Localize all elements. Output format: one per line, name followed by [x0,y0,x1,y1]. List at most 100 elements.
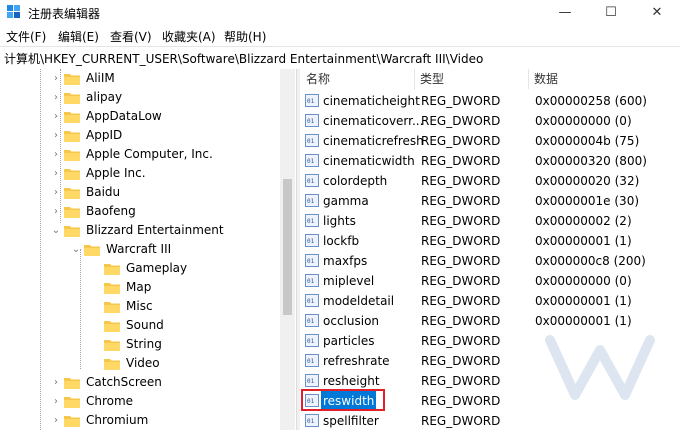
value-row[interactable]: 01 modeldetail REG_DWORD 0x00000001 (1) [300,291,680,311]
tree-item[interactable]: Sound [0,316,280,335]
value-type: REG_DWORD [421,234,501,248]
chevron-down-icon[interactable]: ⌄ [71,240,81,259]
tree-item[interactable]: › Chromium [0,411,280,430]
tree-item[interactable]: › alipay [0,88,280,107]
menu-edit[interactable]: 编辑(E) [58,28,99,45]
tree-item[interactable]: Gameplay [0,259,280,278]
tree-item-label: Apple Computer, Inc. [86,147,213,161]
tree-item[interactable]: Video [0,354,280,373]
value-name: gamma [323,194,369,208]
value-data: 0x0000004b (75) [535,134,640,148]
tree-item-label: Gameplay [126,261,188,275]
address-bar[interactable]: 计算机\HKEY_CURRENT_USER\Software\Blizzard … [0,46,680,70]
tree-item[interactable]: Misc [0,297,280,316]
tree-item[interactable]: ⌄ Warcraft III [0,240,280,259]
column-header-type[interactable]: 类型 [414,69,530,89]
value-type: REG_DWORD [421,194,501,208]
key-tree[interactable]: › AliIM › alipay › AppDataLow › AppID › Apple Com… [0,69,296,430]
chevron-down-icon[interactable]: ⌄ [51,221,61,240]
svg-text:01: 01 [307,298,315,305]
value-name: cinematicwidth [323,154,415,168]
chevron-right-icon[interactable]: › [51,183,61,202]
value-type: REG_DWORD [421,334,501,348]
svg-text:01: 01 [307,418,315,425]
svg-text:01: 01 [307,338,315,345]
menu-file[interactable]: 文件(F) [6,28,46,45]
chevron-right-icon[interactable]: › [51,392,61,411]
tree-item[interactable]: Map [0,278,280,297]
tree-item[interactable]: › AliIM [0,69,280,88]
chevron-right-icon[interactable]: › [51,145,61,164]
chevron-right-icon[interactable]: › [51,69,61,88]
minimize-button[interactable]: — [542,0,588,26]
svg-text:01: 01 [307,138,315,145]
chevron-right-icon[interactable]: › [51,164,61,183]
close-button[interactable]: ✕ [634,0,680,26]
value-row[interactable]: 01 miplevel REG_DWORD 0x00000000 (0) [300,271,680,291]
value-row[interactable]: 01 maxfps REG_DWORD 0x000000c8 (200) [300,251,680,271]
value-name: cinematicheight [323,94,420,108]
folder-icon [104,302,120,313]
chevron-right-icon[interactable]: › [51,411,61,430]
value-row[interactable]: 01 colordepth REG_DWORD 0x00000020 (32) [300,171,680,191]
tree-item[interactable]: › Baidu [0,183,280,202]
svg-text:01: 01 [307,318,315,325]
value-row[interactable]: 01 cinematicrefresh REG_DWORD 0x0000004b (7… [300,131,680,151]
dword-value-icon: 01 [305,374,319,387]
value-row[interactable]: 01 spellfilter REG_DWORD [300,411,680,430]
folder-icon [104,340,120,351]
tree-item[interactable]: › CatchScreen [0,373,280,392]
folder-icon [64,131,80,142]
address-path[interactable]: 计算机\HKEY_CURRENT_USER\Software\Blizzard … [4,50,483,67]
column-header-name[interactable]: 名称 [300,69,414,89]
folder-icon [64,207,80,218]
tree-item[interactable]: › Apple Inc. [0,164,280,183]
value-name: colordepth [323,174,388,188]
value-row[interactable]: 01 gamma REG_DWORD 0x0000001e (30) [300,191,680,211]
value-type: REG_DWORD [421,394,501,408]
tree-item[interactable]: ⌄ Blizzard Entertainment [0,221,280,240]
value-row[interactable]: 01 cinematicoverr... REG_DWORD 0x00000000 (… [300,111,680,131]
svg-text:01: 01 [307,158,315,165]
folder-icon [104,321,120,332]
value-data: 0x00000002 (2) [535,214,632,228]
tree-item-label: String [126,337,162,351]
dword-value-icon: 01 [305,354,319,367]
value-name: cinematicoverr... [323,114,424,128]
tree-scrollbar-thumb[interactable] [283,179,292,315]
tree-item[interactable]: › Chrome [0,392,280,411]
value-data: 0x00000001 (1) [535,234,632,248]
dword-value-icon: 01 [305,414,319,427]
value-data: 0x0000001e (30) [535,194,640,208]
value-row[interactable]: 01 cinematicwidth REG_DWORD 0x00000320 (800… [300,151,680,171]
tree-item[interactable]: › AppID [0,126,280,145]
tree-item-label: Apple Inc. [86,166,146,180]
folder-icon [64,188,80,199]
dword-value-icon: 01 [305,194,319,207]
tree-scrollbar[interactable] [280,69,295,430]
column-header-data[interactable]: 数据 [528,69,674,89]
chevron-right-icon[interactable]: › [51,202,61,221]
tree-item[interactable]: › AppDataLow [0,107,280,126]
tree-item[interactable]: › Apple Computer, Inc. [0,145,280,164]
chevron-right-icon[interactable]: › [51,373,61,392]
dword-value-icon: 01 [305,94,319,107]
tree-item[interactable]: › Baofeng [0,202,280,221]
value-name: resheight [323,374,380,388]
menu-favorites[interactable]: 收藏夹(A) [162,28,216,45]
chevron-right-icon[interactable]: › [51,126,61,145]
value-data: 0x00000000 (0) [535,114,632,128]
chevron-right-icon[interactable]: › [51,88,61,107]
maximize-button[interactable]: ☐ [588,0,634,26]
dword-value-icon: 01 [305,274,319,287]
value-row[interactable]: 01 cinematicheight REG_DWORD 0x00000258 (60… [300,91,680,111]
tree-item[interactable]: String [0,335,280,354]
menu-view[interactable]: 查看(V) [110,28,152,45]
svg-text:01: 01 [307,98,315,105]
value-type: REG_DWORD [421,154,501,168]
value-name: maxfps [323,254,368,268]
value-row[interactable]: 01 lockfb REG_DWORD 0x00000001 (1) [300,231,680,251]
value-row[interactable]: 01 lights REG_DWORD 0x00000002 (2) [300,211,680,231]
chevron-right-icon[interactable]: › [51,107,61,126]
menu-help[interactable]: 帮助(H) [224,28,266,45]
